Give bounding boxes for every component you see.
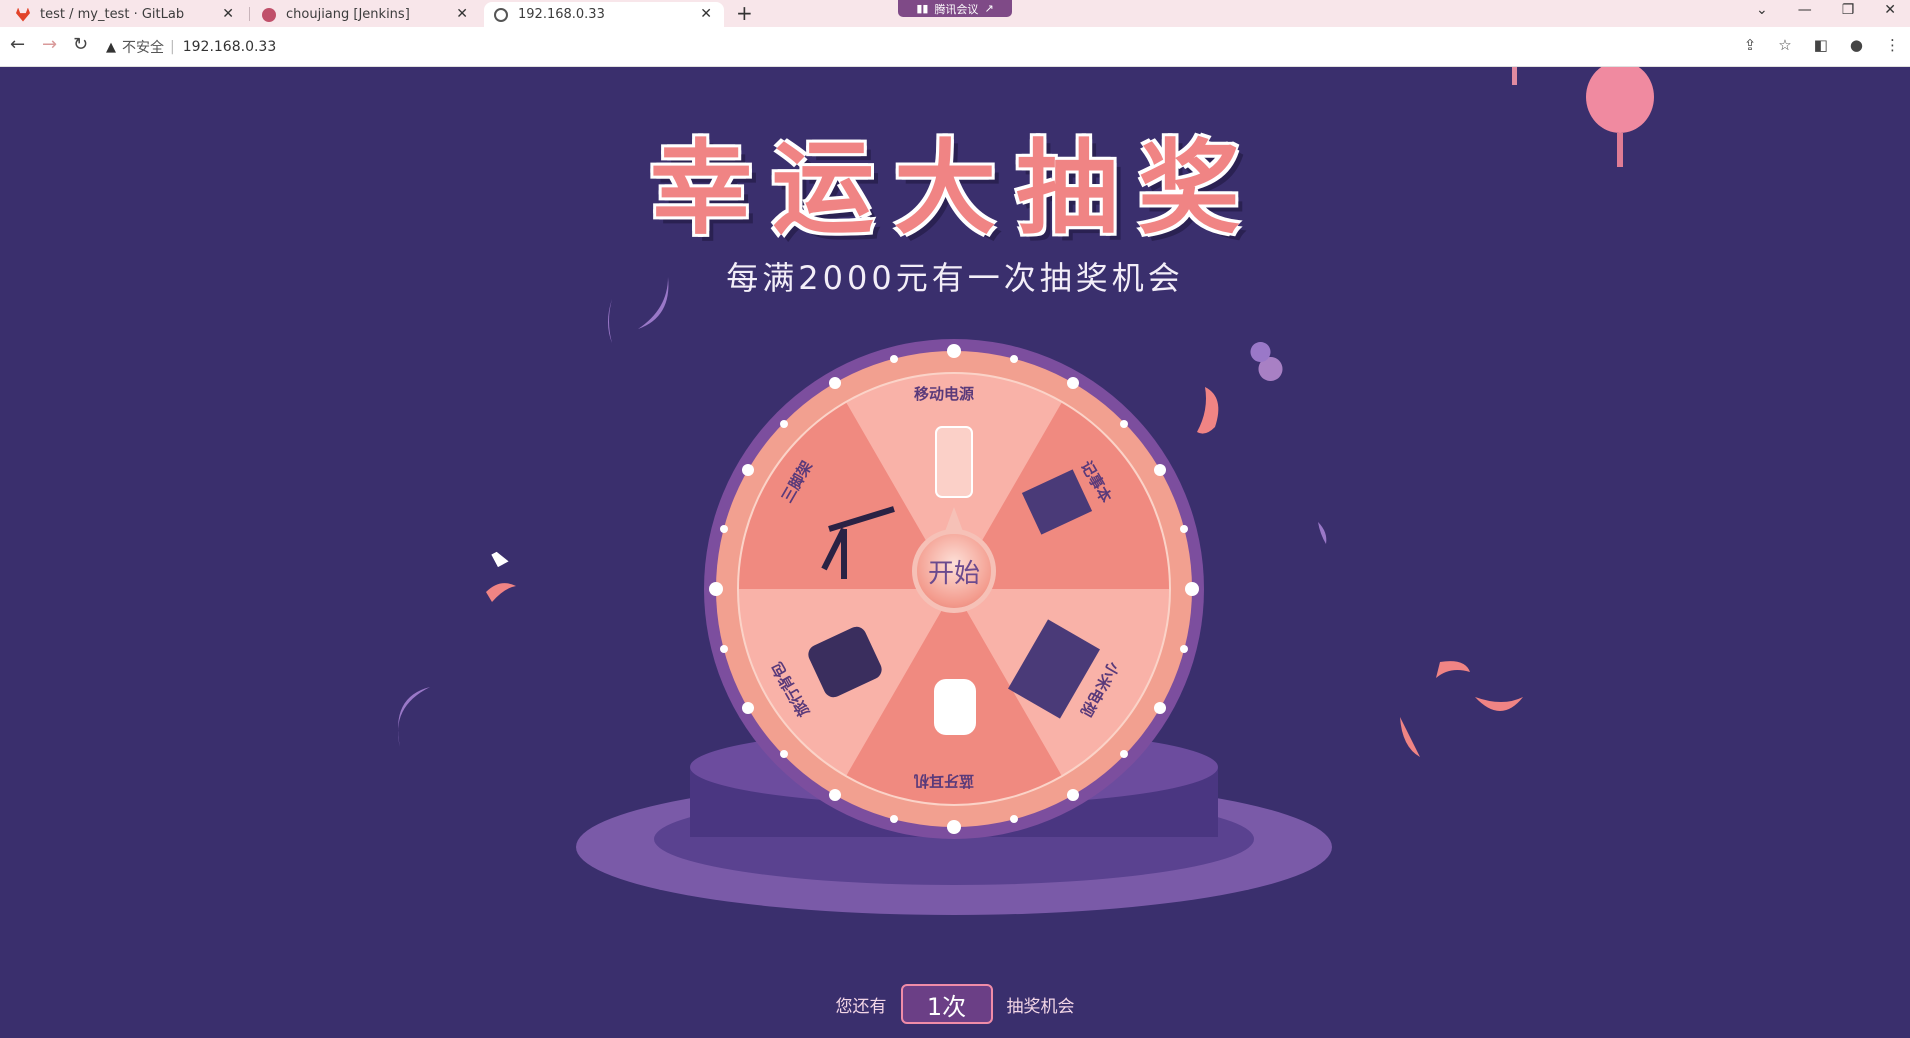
tab-divider bbox=[249, 7, 250, 21]
close-window-icon[interactable]: ✕ bbox=[1884, 2, 1896, 18]
page-title: 幸运大抽奖 bbox=[650, 130, 1260, 249]
powerbank-icon bbox=[935, 426, 973, 498]
reload-icon[interactable]: ↻ bbox=[73, 34, 88, 55]
sidebar-icon[interactable]: ◧ bbox=[1814, 36, 1828, 54]
remaining-chances: 您还有 1次 抽奖机会 bbox=[0, 984, 1910, 1024]
tab-title: choujiang [Jenkins] bbox=[286, 7, 410, 22]
prize-label: 移动电源 bbox=[914, 385, 975, 403]
signal-icon: ▮▮ bbox=[916, 2, 929, 15]
security-label: 不安全 bbox=[122, 40, 164, 56]
new-tab-button[interactable]: + bbox=[736, 1, 753, 25]
gitlab-icon bbox=[16, 7, 30, 22]
meeting-badge[interactable]: ▮▮ 腾讯会议 ↗ bbox=[898, 0, 1012, 17]
toolbar-icons: ⇪ ☆ ◧ ● ⋮ bbox=[1744, 36, 1900, 54]
share-icon[interactable]: ⇪ bbox=[1744, 36, 1757, 54]
url-text[interactable]: 192.168.0.33 bbox=[183, 39, 277, 55]
tab-title: test / my_test · GitLab bbox=[40, 7, 185, 22]
tab-active[interactable]: 192.168.0.33 ✕ bbox=[484, 2, 724, 27]
chevron-down-icon[interactable]: ⌄ bbox=[1756, 2, 1768, 18]
remaining-count: 1次 bbox=[900, 984, 993, 1024]
earbuds-icon bbox=[934, 679, 976, 735]
remaining-prefix: 您还有 bbox=[835, 996, 887, 1017]
page-subtitle: 每满2000元有一次抽奖机会 bbox=[726, 259, 1184, 297]
window-controls: ⌄ — ❐ ✕ bbox=[1756, 2, 1896, 18]
tab-bar: test / my_test · GitLab ✕ choujiang [Jen… bbox=[0, 0, 1910, 27]
remaining-suffix: 抽奖机会 bbox=[1006, 996, 1075, 1017]
forward-icon[interactable]: → bbox=[42, 34, 57, 55]
warning-icon: ▲ bbox=[106, 39, 116, 55]
globe-icon bbox=[494, 7, 508, 22]
close-tab-icon[interactable]: ✕ bbox=[700, 6, 712, 22]
menu-icon[interactable]: ⋮ bbox=[1885, 36, 1900, 54]
jenkins-icon bbox=[262, 7, 276, 22]
lottery-page: 幸运大抽奖 每满2000元有一次抽奖机会 移动电源 记事本 小米电视 蓝牙耳机 … bbox=[0, 67, 1910, 1038]
start-button[interactable]: 开始 bbox=[912, 529, 996, 613]
close-tab-icon[interactable]: ✕ bbox=[456, 6, 468, 22]
tab-title: 192.168.0.33 bbox=[518, 7, 605, 22]
tab-jenkins[interactable]: choujiang [Jenkins] ✕ bbox=[252, 2, 480, 27]
expand-icon: ↗ bbox=[984, 2, 994, 15]
close-tab-icon[interactable]: ✕ bbox=[222, 6, 234, 22]
minimize-icon[interactable]: — bbox=[1798, 2, 1812, 18]
divider: | bbox=[170, 39, 175, 55]
restore-icon[interactable]: ❐ bbox=[1842, 2, 1855, 18]
prize-wheel: 移动电源 记事本 小米电视 蓝牙耳机 旅行背包 三脚架 开始 bbox=[704, 339, 1204, 839]
back-icon[interactable]: ← bbox=[10, 34, 25, 55]
bookmark-star-icon[interactable]: ☆ bbox=[1778, 36, 1791, 54]
prize-label: 蓝牙耳机 bbox=[914, 772, 975, 790]
meeting-label: 腾讯会议 bbox=[934, 2, 979, 16]
address-bar: ← → ↻ ▲ 不安全 | 192.168.0.33 ⇪ ☆ ◧ ● ⋮ bbox=[0, 27, 1910, 67]
omnibox[interactable]: ▲ 不安全 | 192.168.0.33 bbox=[106, 34, 276, 60]
tab-gitlab[interactable]: test / my_test · GitLab ✕ bbox=[6, 2, 246, 27]
profile-icon[interactable]: ● bbox=[1850, 36, 1863, 54]
